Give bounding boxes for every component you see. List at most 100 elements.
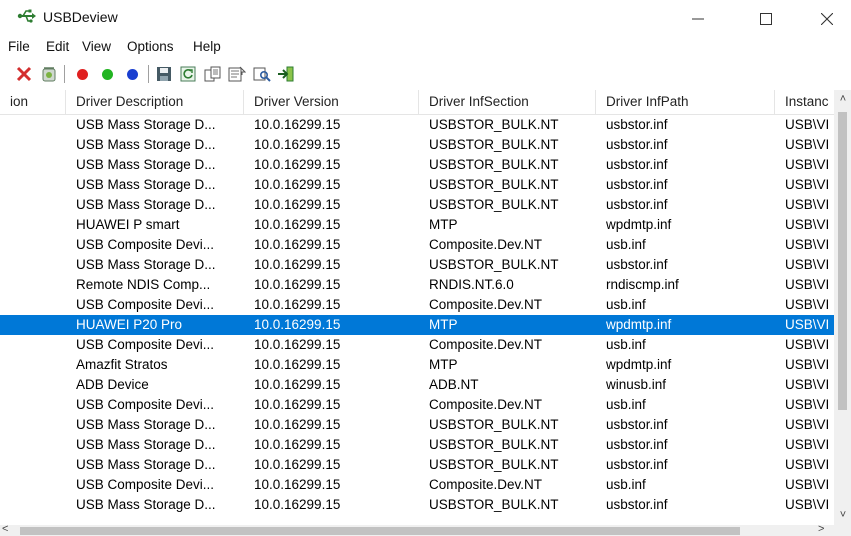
scroll-right-arrow-icon[interactable]: > <box>818 523 830 536</box>
cell-driver-version: 10.0.16299.15 <box>254 437 341 452</box>
save-icon <box>157 67 171 81</box>
cell-driver-description: USB Mass Storage D... <box>76 177 216 192</box>
cell-description <box>0 275 66 295</box>
column-header-driver-description[interactable]: Driver Description <box>66 90 244 114</box>
cell-driver-description: USB Composite Devi... <box>76 477 215 492</box>
cell-driver-version: 10.0.16299.15 <box>254 377 341 392</box>
table-row[interactable]: ADB Device 10.0.16299.15 ADB.NT winusb.inf U… <box>0 375 834 395</box>
cell-driver-version: 10.0.16299.15 <box>254 457 341 472</box>
cell-driver-version: 10.0.16299.15 <box>254 497 341 512</box>
properties-icon <box>228 66 246 82</box>
cell-driver-infsection: Composite.Dev.NT <box>429 337 543 352</box>
refresh-button[interactable] <box>177 63 199 85</box>
cell-driver-infsection: USBSTOR_BULK.NT <box>429 177 559 192</box>
cell-driver-infsection: MTP <box>429 317 458 332</box>
column-header-instance[interactable]: Instanc <box>775 90 834 114</box>
scroll-up-arrow-icon[interactable]: ˄ <box>835 90 851 108</box>
copy-button[interactable] <box>202 63 224 85</box>
cell-driver-infpath: usbstor.inf <box>606 457 668 472</box>
window-title: USBDeview <box>43 9 118 25</box>
cell-driver-version: 10.0.16299.15 <box>254 357 341 372</box>
cell-driver-version: 10.0.16299.15 <box>254 317 341 332</box>
table-row[interactable]: USB Mass Storage D... 10.0.16299.15 USBSTO… <box>0 115 834 135</box>
enable-button[interactable] <box>96 63 118 85</box>
cell-driver-version: 10.0.16299.15 <box>254 477 341 492</box>
cell-instance: USB\VI <box>785 257 830 272</box>
table-row[interactable]: USB Mass Storage D... 10.0.16299.15 USBSTO… <box>0 195 834 215</box>
menu-options[interactable]: Options <box>127 39 174 54</box>
cell-description <box>0 235 66 255</box>
table-row[interactable]: USB Composite Devi... 10.0.16299.15 Compos… <box>0 335 834 355</box>
cell-description <box>0 335 66 355</box>
cell-description <box>0 475 66 495</box>
cell-description <box>0 455 66 475</box>
scrollbar-corner <box>834 525 851 536</box>
green-dot-icon <box>101 68 113 80</box>
cell-driver-infpath: usb.inf <box>606 477 646 492</box>
menu-edit[interactable]: Edit <box>46 39 69 54</box>
cell-driver-infpath: wpdmtp.inf <box>606 317 672 332</box>
exit-icon <box>278 66 294 82</box>
table-row[interactable]: USB Mass Storage D... 10.0.16299.15 USBSTO… <box>0 495 834 515</box>
cell-instance: USB\VI <box>785 377 830 392</box>
cell-driver-infpath: usb.inf <box>606 397 646 412</box>
cell-driver-description: USB Mass Storage D... <box>76 497 216 512</box>
menu-view[interactable]: View <box>82 39 111 54</box>
cell-driver-version: 10.0.16299.15 <box>254 397 341 412</box>
table-row[interactable]: USB Mass Storage D... 10.0.16299.15 USBSTO… <box>0 135 834 155</box>
table-row[interactable]: USB Composite Devi... 10.0.16299.15 Compos… <box>0 295 834 315</box>
table-row[interactable]: USB Mass Storage D... 10.0.16299.15 USBSTO… <box>0 175 834 195</box>
cell-description <box>0 355 66 375</box>
column-header-driver-infpath[interactable]: Driver InfPath <box>596 90 775 114</box>
connect-button[interactable] <box>121 63 143 85</box>
cell-instance: USB\VI <box>785 337 830 352</box>
cell-instance: USB\VI <box>785 117 830 132</box>
delete-icon <box>16 66 32 82</box>
close-button[interactable] <box>804 4 850 32</box>
minimize-button[interactable] <box>675 4 721 32</box>
cell-instance: USB\VI <box>785 357 830 372</box>
table-row[interactable]: USB Mass Storage D... 10.0.16299.15 USBSTO… <box>0 435 834 455</box>
table-row[interactable]: Amazfit Stratos 10.0.16299.15 MTP wpdmtp.in… <box>0 355 834 375</box>
cell-driver-version: 10.0.16299.15 <box>254 137 341 152</box>
scroll-left-arrow-icon[interactable]: < <box>2 523 14 536</box>
uninstall-button[interactable] <box>38 63 60 85</box>
horizontal-scroll-thumb[interactable] <box>20 527 740 535</box>
cell-driver-infsection: USBSTOR_BULK.NT <box>429 137 559 152</box>
disconnect-button[interactable] <box>71 63 93 85</box>
cell-description <box>0 115 66 135</box>
delete-button[interactable] <box>13 63 35 85</box>
exit-button[interactable] <box>275 63 297 85</box>
maximize-button[interactable] <box>743 4 789 32</box>
find-button[interactable] <box>251 63 273 85</box>
table-row[interactable]: USB Mass Storage D... 10.0.16299.15 USBSTO… <box>0 455 834 475</box>
find-icon <box>253 67 271 82</box>
table-row[interactable]: HUAWEI P smart 10.0.16299.15 MTP wpdmtp.inf… <box>0 215 834 235</box>
vertical-scroll-thumb[interactable] <box>838 112 847 410</box>
column-header-description[interactable]: ion <box>0 90 66 114</box>
table-row[interactable]: Remote NDIS Comp... 10.0.16299.15 RNDIS.NT… <box>0 275 834 295</box>
table-row[interactable]: USB Composite Devi... 10.0.16299.15 Compos… <box>0 235 834 255</box>
cell-driver-infpath: usbstor.inf <box>606 177 668 192</box>
scroll-down-arrow-icon[interactable]: ˅ <box>835 506 851 524</box>
cell-description <box>0 175 66 195</box>
table-row[interactable]: USB Mass Storage D... 10.0.16299.15 USBSTO… <box>0 155 834 175</box>
cell-driver-infpath: usbstor.inf <box>606 197 668 212</box>
cell-driver-infpath: rndiscmp.inf <box>606 277 679 292</box>
column-header-driver-version[interactable]: Driver Version <box>244 90 419 114</box>
table-row-selected[interactable]: HUAWEI P20 Pro 10.0.16299.15 MTP wpdmtp.inf… <box>0 315 834 335</box>
cell-driver-infsection: Composite.Dev.NT <box>429 237 543 252</box>
properties-button[interactable] <box>226 63 248 85</box>
save-button[interactable] <box>153 63 175 85</box>
cell-driver-infsection: Composite.Dev.NT <box>429 397 543 412</box>
table-row[interactable]: USB Mass Storage D... 10.0.16299.15 USBSTO… <box>0 255 834 275</box>
table-row[interactable]: USB Composite Devi... 10.0.16299.15 Compos… <box>0 395 834 415</box>
table-row[interactable]: USB Mass Storage D... 10.0.16299.15 USBSTO… <box>0 415 834 435</box>
cell-driver-description: USB Composite Devi... <box>76 297 215 312</box>
cell-driver-infsection: Composite.Dev.NT <box>429 477 543 492</box>
menu-file[interactable]: File <box>8 39 30 54</box>
table-row[interactable]: USB Composite Devi... 10.0.16299.15 Compos… <box>0 475 834 495</box>
cell-description <box>0 215 66 235</box>
menu-help[interactable]: Help <box>193 39 221 54</box>
column-header-driver-infsection[interactable]: Driver InfSection <box>419 90 596 114</box>
